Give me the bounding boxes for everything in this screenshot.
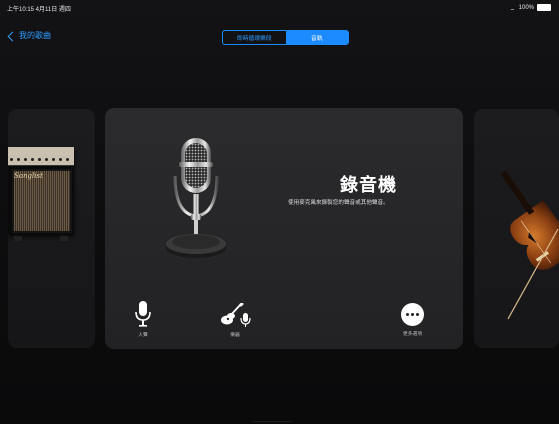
- vintage-microphone-icon: [166, 138, 226, 258]
- status-bar: 上午10:15 4月11日 週四 100%: [0, 0, 559, 14]
- instrument-card-strings[interactable]: [474, 109, 559, 348]
- amp-logo: Songlist: [14, 172, 43, 180]
- more-options-label: 更多選項: [402, 332, 423, 337]
- recorder-title: 錄音機: [340, 175, 397, 195]
- instrument-card-amp[interactable]: Songlist: [8, 109, 95, 348]
- battery-percent: 100%: [518, 4, 534, 11]
- voice-option-button[interactable]: 人聲: [135, 301, 151, 338]
- audio-recorder-card[interactable]: 錄音機 使用麥克風來錄製您的聲音或其他聲音。 人聲 樂器 更多選項: [105, 108, 463, 349]
- view-segmented-control: 即時循環樂段 音軌: [222, 30, 349, 45]
- home-indicator: [252, 421, 292, 422]
- wifi-icon: [508, 5, 516, 10]
- guitar-mic-icon: [221, 303, 251, 327]
- recorder-options-row: 人聲 樂器 更多選項: [105, 293, 463, 349]
- amp-feet: [14, 236, 68, 241]
- status-right: 100%: [508, 4, 551, 11]
- segment-live-loops[interactable]: 即時循環樂段: [223, 31, 286, 44]
- microphone-icon: [135, 301, 151, 327]
- instrument-option-label: 樂器: [230, 333, 240, 338]
- amp-panel: [8, 147, 74, 166]
- more-options-button[interactable]: 更多選項: [401, 303, 424, 337]
- back-label: 我的歌曲: [19, 31, 51, 40]
- chevron-left-icon: [7, 31, 18, 41]
- amp-knobs: [10, 158, 69, 161]
- recorder-description: 使用麥克風來錄製您的聲音或其他聲音。: [288, 200, 389, 206]
- back-button[interactable]: 我的歌曲: [7, 30, 51, 41]
- amp-image: Songlist: [8, 147, 74, 241]
- vintage-microphone-image: [155, 134, 237, 264]
- battery-icon: [537, 4, 551, 11]
- violin-image: [500, 170, 559, 320]
- app-screen: 上午10:15 4月11日 週四 100% 我的歌曲 即時循環樂段 音軌 Son…: [0, 0, 559, 424]
- voice-option-label: 人聲: [138, 333, 148, 338]
- more-icon: [401, 303, 424, 326]
- instrument-option-button[interactable]: 樂器: [219, 303, 251, 338]
- status-time-date: 上午10:15 4月11日 週四: [7, 7, 71, 13]
- segment-tracks[interactable]: 音軌: [285, 31, 348, 44]
